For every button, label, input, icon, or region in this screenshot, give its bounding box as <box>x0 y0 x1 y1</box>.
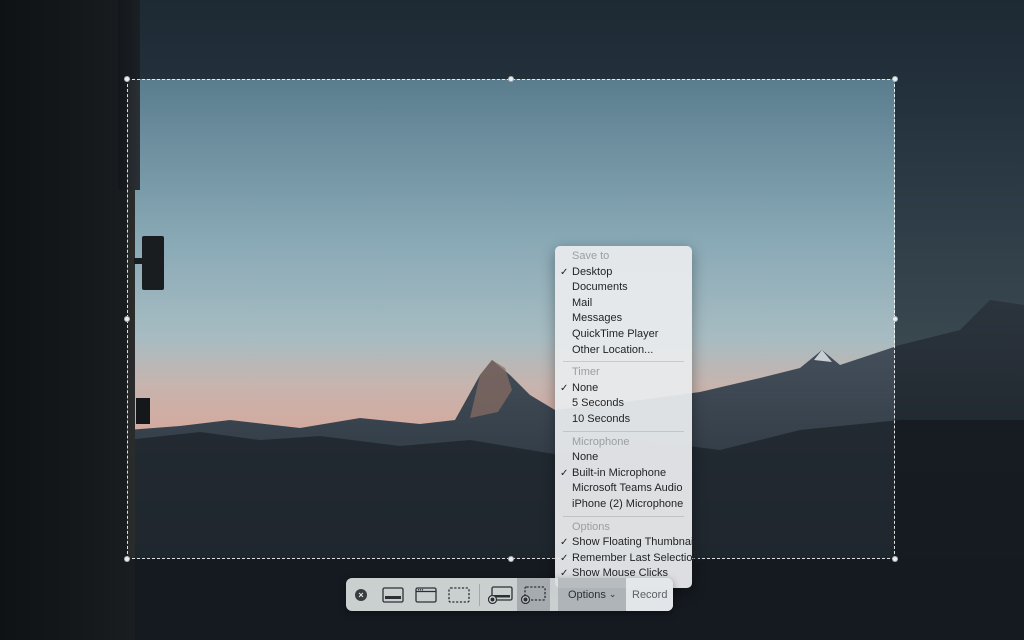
menu-item-label: Show Floating Thumbnail <box>572 536 696 549</box>
menu-item-mail[interactable]: Mail <box>555 296 692 312</box>
desktop-wallpaper: Save to ✓ Desktop Documents Mail Messages… <box>0 0 1024 640</box>
resize-handle-bottom[interactable] <box>508 556 514 562</box>
record-screen-icon <box>487 585 513 604</box>
resize-handle-right[interactable] <box>892 316 898 322</box>
menu-item-label: None <box>572 451 599 464</box>
checkmark-icon: ✓ <box>560 382 569 394</box>
capture-selection-rect[interactable] <box>124 76 898 562</box>
menu-item-quicktime-player[interactable]: QuickTime Player <box>555 327 692 343</box>
record-entire-screen-button[interactable] <box>484 578 517 611</box>
checkmark-icon: ✓ <box>560 266 569 278</box>
menu-item-iphone-microphone[interactable]: iPhone (2) Microphone <box>555 497 692 513</box>
menu-header-save-to: Save to <box>572 250 610 262</box>
menu-item-documents[interactable]: Documents <box>555 280 692 296</box>
chevron-down-icon: ⌄ <box>608 589 617 599</box>
capture-entire-screen-button[interactable] <box>376 578 409 611</box>
menu-separator <box>563 430 684 432</box>
options-label: Options <box>568 588 606 601</box>
resize-handle-left[interactable] <box>124 316 130 322</box>
menu-item-label: iPhone (2) Microphone <box>572 497 684 510</box>
menu-item-label: Other Location... <box>572 343 654 356</box>
close-button[interactable]: × <box>346 578 376 611</box>
options-menu: Save to ✓ Desktop Documents Mail Messages… <box>555 246 699 588</box>
checkmark-icon: ✓ <box>560 537 569 549</box>
menu-item-timer-none[interactable]: ✓ None <box>555 381 692 397</box>
record-selected-portion-button[interactable] <box>517 578 550 611</box>
capture-selected-window-button[interactable] <box>409 578 442 611</box>
menu-item-built-in-microphone[interactable]: ✓ Built-in Microphone <box>555 466 692 482</box>
record-label: Record <box>632 588 668 601</box>
screenshot-toolbar: × Options ⌄ Record <box>346 578 673 611</box>
menu-item-messages[interactable]: Messages <box>555 311 692 327</box>
menu-item-timer-5-seconds[interactable]: 5 Seconds <box>555 396 692 412</box>
entire-screen-icon <box>381 586 404 603</box>
menu-item-timer-10-seconds[interactable]: 10 Seconds <box>555 412 692 428</box>
menu-item-show-floating-thumbnail[interactable]: ✓ Show Floating Thumbnail <box>555 535 696 551</box>
menu-item-label: Mail <box>572 296 593 309</box>
menu-header-microphone: Microphone <box>572 435 630 448</box>
resize-handle-top-left[interactable] <box>124 76 130 82</box>
window-icon <box>414 586 437 603</box>
resize-handle-top[interactable] <box>508 76 514 82</box>
toolbar-divider <box>479 583 480 606</box>
menu-item-other-location[interactable]: Other Location... <box>555 343 692 359</box>
menu-item-label: Documents <box>572 281 628 294</box>
menu-item-label: Desktop <box>572 265 613 278</box>
options-button[interactable]: Options ⌄ <box>558 578 627 611</box>
menu-separator <box>563 515 684 517</box>
menu-item-mic-none[interactable]: None <box>555 450 692 466</box>
menu-item-label: Built-in Microphone <box>572 466 667 479</box>
menu-separator <box>563 361 684 363</box>
menu-item-label: 5 Seconds <box>572 397 624 410</box>
record-button[interactable]: Record <box>626 578 673 611</box>
checkmark-icon: ✓ <box>560 552 569 564</box>
menu-item-remember-last-selection[interactable]: ✓ Remember Last Selection <box>555 551 699 567</box>
checkmark-icon: ✓ <box>560 467 569 479</box>
selection-icon <box>447 586 470 603</box>
menu-item-microsoft-teams-audio[interactable]: Microsoft Teams Audio <box>555 481 692 497</box>
close-circle-icon: × <box>355 588 367 601</box>
record-selection-icon <box>520 585 546 604</box>
menu-item-label: Remember Last Selection <box>572 551 699 564</box>
menu-item-label: Messages <box>572 312 623 325</box>
menu-item-label: 10 Seconds <box>572 412 631 425</box>
resize-handle-bottom-left[interactable] <box>124 556 130 562</box>
resize-handle-bottom-right[interactable] <box>892 556 898 562</box>
menu-header-timer: Timer <box>572 366 600 379</box>
menu-item-label: Microsoft Teams Audio <box>572 482 683 495</box>
menu-header-options: Options <box>572 520 610 533</box>
resize-handle-top-right[interactable] <box>892 76 898 82</box>
menu-item-label: QuickTime Player <box>572 327 659 340</box>
menu-item-desktop[interactable]: ✓ Desktop <box>555 265 692 281</box>
capture-selected-portion-button[interactable] <box>442 578 475 611</box>
menu-item-label: None <box>572 381 599 394</box>
building-wall <box>0 0 140 640</box>
